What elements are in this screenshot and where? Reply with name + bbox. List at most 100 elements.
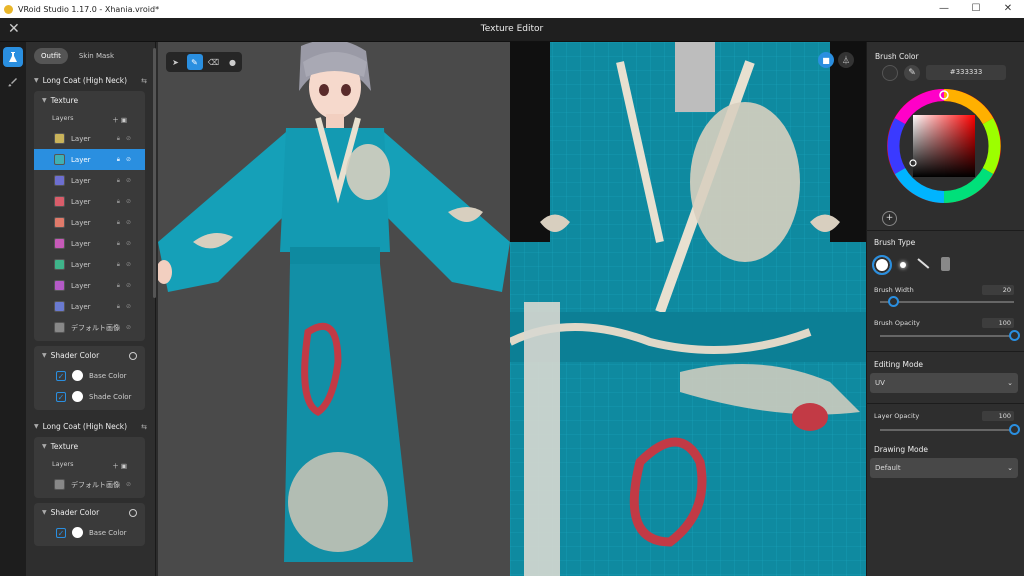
tab-skin-mask[interactable]: Skin Mask <box>72 48 121 64</box>
layer-row[interactable]: Layer 🔒︎⊘ <box>34 296 145 317</box>
add-layer-icon[interactable]: ＋ <box>112 462 119 470</box>
layer-opacity-label: Layer Opacity <box>874 412 920 420</box>
model-viewport[interactable] <box>158 42 510 576</box>
brush-opacity-knob[interactable] <box>1008 330 1020 341</box>
layer-label: Layer <box>71 302 91 311</box>
layer-list: Layer 🔒︎⊘ Layer 🔒︎⊘ Layer 🔒︎⊘ Layer 🔒︎⊘ Layer 🔒︎⊘… <box>34 128 145 338</box>
brush-width-label: Brush Width <box>874 286 914 294</box>
texture-header[interactable]: ▼ Texture <box>34 437 145 456</box>
lock-visibility-icon[interactable]: 🔒︎⊘ <box>117 324 137 332</box>
symmetry-icon[interactable]: ⏃ <box>838 52 854 68</box>
info-icon[interactable] <box>129 351 137 360</box>
add-image-icon[interactable]: ▣ <box>121 116 127 124</box>
layer-label: デフォルト画像 <box>71 480 120 489</box>
lock-visibility-icon[interactable]: 🔒︎⊘ <box>117 481 137 489</box>
drawing-mode-select[interactable]: Default ⌄ <box>870 458 1018 478</box>
brush-type-title: Brush Type <box>874 238 916 247</box>
shader-row[interactable]: ✓ Base Color <box>34 522 145 543</box>
shader-row[interactable]: ✓ Base Color <box>34 365 145 386</box>
layer-opacity-value[interactable]: 100 <box>982 411 1014 421</box>
layer-label: Layer <box>71 176 91 185</box>
layer-label: Layer <box>71 134 91 143</box>
brush-tool-icon[interactable]: ✎ <box>186 54 203 70</box>
eyedropper-icon[interactable]: ✎ <box>904 65 920 81</box>
brush-hard-icon[interactable] <box>872 255 892 275</box>
brush-width-value[interactable]: 20 <box>982 285 1014 295</box>
brush-texture-icon[interactable] <box>941 257 950 271</box>
eraser-tool-icon[interactable]: ⌫ <box>206 54 222 70</box>
layer-thumbnail <box>54 175 65 186</box>
app-logo-icon <box>4 4 13 14</box>
brush-opacity-value[interactable]: 100 <box>982 318 1014 328</box>
lock-visibility-icon[interactable]: 🔒︎⊘ <box>117 156 137 164</box>
editing-mode-title: Editing Mode <box>874 360 923 369</box>
texture-title: Texture <box>50 96 79 105</box>
swap-icon[interactable]: ⇆ <box>141 77 147 85</box>
lock-visibility-icon[interactable]: 🔒︎⊘ <box>117 261 137 269</box>
add-layer-icon[interactable]: ＋ <box>112 116 119 124</box>
brush-width-track[interactable] <box>880 301 1014 303</box>
color-swatch[interactable] <box>72 391 83 402</box>
uv-view-tools: ■ ⏃ <box>818 52 854 68</box>
minimize-icon[interactable]: — <box>928 0 960 18</box>
shader-row[interactable]: ✓ Shade Color <box>34 386 145 407</box>
layer-row[interactable]: Layer 🔒︎⊘ <box>34 170 145 191</box>
color-swatch[interactable] <box>72 370 83 381</box>
panel-scrollbar[interactable] <box>153 48 156 298</box>
tab-outfit[interactable]: Outfit <box>34 48 68 64</box>
outfit-panel: Outfit Skin Mask ▼ Long Coat (High Neck)… <box>26 42 156 576</box>
flask-icon[interactable] <box>3 47 23 67</box>
layer-row[interactable]: Layer 🔒︎⊘ <box>34 191 145 212</box>
maximize-icon[interactable]: ☐ <box>960 0 992 18</box>
shader-title: Shader Color <box>50 351 100 360</box>
layer-row[interactable]: デフォルト画像 🔒︎⊘ <box>34 474 145 495</box>
brush-mode-icon[interactable] <box>3 72 23 92</box>
checkbox[interactable]: ✓ <box>56 370 66 381</box>
lock-visibility-icon[interactable]: 🔒︎⊘ <box>117 282 137 290</box>
swap-icon[interactable]: ⇆ <box>141 423 147 431</box>
lock-visibility-icon[interactable]: 🔒︎⊘ <box>117 303 137 311</box>
layer-row[interactable]: Layer 🔒︎⊘ <box>34 275 145 296</box>
group-header[interactable]: ▼ Long Coat (High Neck) ⇆ <box>26 416 155 437</box>
layer-row[interactable]: Layer 🔒︎⊘ <box>34 212 145 233</box>
texture-image <box>510 42 866 576</box>
color-wheel[interactable] <box>886 88 1002 204</box>
layer-opacity-knob[interactable] <box>1008 424 1020 435</box>
lock-visibility-icon[interactable]: 🔒︎⊘ <box>117 177 137 185</box>
editing-mode-select[interactable]: UV ⌄ <box>870 373 1018 393</box>
current-color-swatch[interactable] <box>882 65 898 81</box>
layer-view-icon[interactable]: ■ <box>818 52 834 68</box>
lock-visibility-icon[interactable]: 🔒︎⊘ <box>117 240 137 248</box>
layer-row[interactable]: Layer 🔒︎⊘ <box>34 128 145 149</box>
layer-label: デフォルト画像 <box>71 323 120 332</box>
editing-mode-value: UV <box>875 379 885 387</box>
add-image-icon[interactable]: ▣ <box>121 462 127 470</box>
chevron-down-icon: ▼ <box>42 509 47 516</box>
layer-row[interactable]: デフォルト画像 🔒︎⊘ <box>34 317 145 338</box>
shader-header[interactable]: ▼ Shader Color <box>34 503 145 522</box>
add-swatch-button[interactable]: + <box>882 211 897 226</box>
lock-visibility-icon[interactable]: 🔒︎⊘ <box>117 219 137 227</box>
brush-soft-icon[interactable] <box>900 262 906 268</box>
hex-color-input[interactable]: #333333 <box>926 65 1006 80</box>
layer-row[interactable]: Layer 🔒︎⊘ <box>34 254 145 275</box>
info-icon[interactable] <box>129 508 137 517</box>
group-header[interactable]: ▼ Long Coat (High Neck) ⇆ <box>26 70 155 91</box>
fill-tool-icon[interactable]: ● <box>225 54 241 70</box>
uv-texture-canvas[interactable] <box>510 42 866 576</box>
layer-thumbnail <box>54 133 65 144</box>
layer-row[interactable]: Layer 🔒︎⊘ <box>34 233 145 254</box>
checkbox[interactable]: ✓ <box>56 527 66 538</box>
select-tool-icon[interactable]: ➤ <box>168 54 184 70</box>
lock-visibility-icon[interactable]: 🔒︎⊘ <box>117 198 137 206</box>
shader-header[interactable]: ▼ Shader Color <box>34 346 145 365</box>
brush-opacity-track[interactable] <box>880 335 1014 337</box>
window-close-icon[interactable]: ✕ <box>992 0 1024 18</box>
layer-opacity-track[interactable] <box>880 429 1014 431</box>
color-swatch[interactable] <box>72 527 83 538</box>
checkbox[interactable]: ✓ <box>56 391 66 402</box>
lock-visibility-icon[interactable]: 🔒︎⊘ <box>117 135 137 143</box>
layer-row[interactable]: Layer 🔒︎⊘ <box>34 149 145 170</box>
texture-header[interactable]: ▼ Texture <box>34 91 145 110</box>
brush-width-knob[interactable] <box>887 296 899 307</box>
